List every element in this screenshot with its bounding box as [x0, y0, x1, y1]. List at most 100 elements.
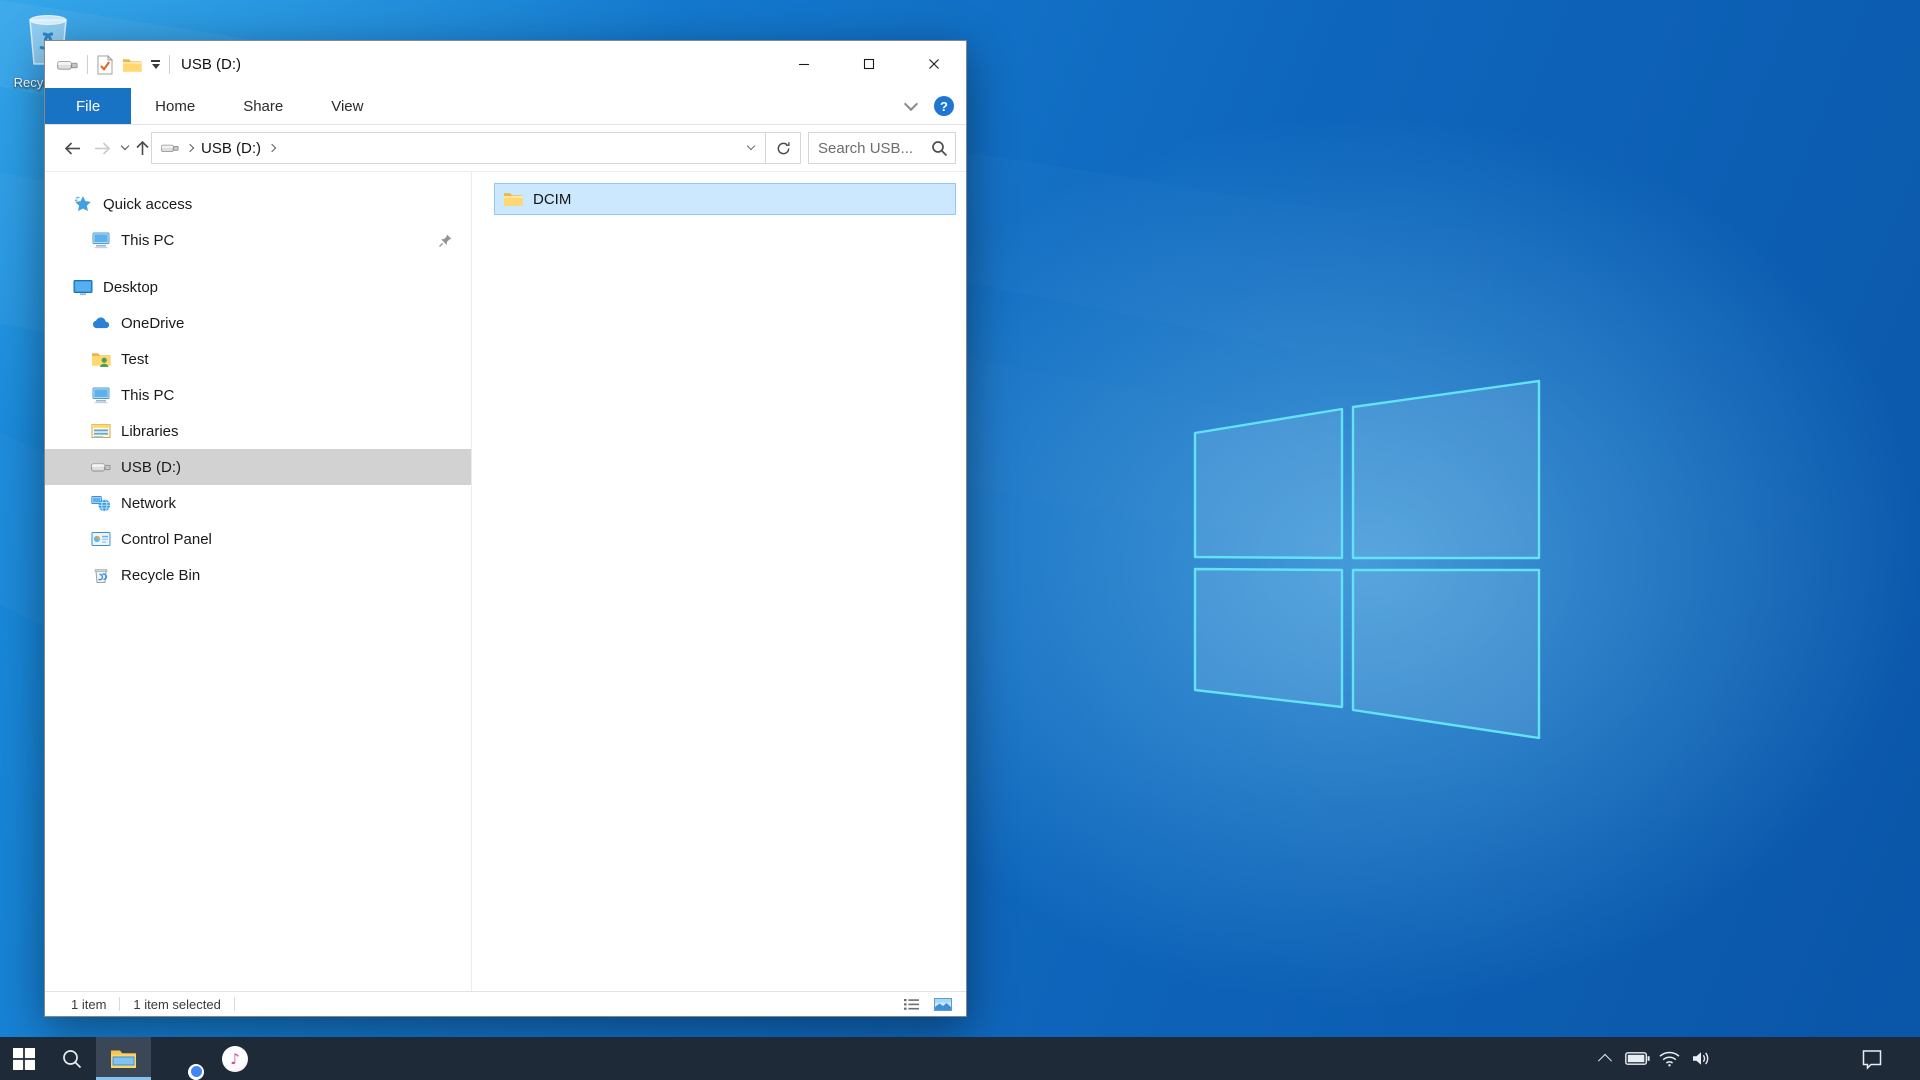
- selection-count: 1 item selected: [133, 997, 220, 1012]
- details-view-button[interactable]: [900, 994, 922, 1014]
- tray-wifi-button[interactable]: [1653, 1037, 1685, 1080]
- usb-drive-icon: [57, 58, 78, 72]
- properties-icon[interactable]: [97, 55, 113, 75]
- thumbnail-view-button[interactable]: [932, 994, 954, 1014]
- tab-file[interactable]: File: [45, 88, 131, 124]
- sidebar-item-label: Recycle Bin: [121, 567, 200, 584]
- search-icon[interactable]: [931, 140, 948, 157]
- libraries-icon: [91, 423, 111, 439]
- sidebar-item-network[interactable]: Network: [45, 485, 471, 521]
- taskbar-itunes-button[interactable]: ♪: [211, 1037, 259, 1080]
- sidebar-item-desktop[interactable]: Desktop: [45, 269, 471, 305]
- system-tray: [1589, 1037, 1717, 1080]
- recycle-bin-icon: [91, 566, 111, 584]
- file-name: DCIM: [533, 191, 571, 208]
- onedrive-cloud-icon: [91, 316, 111, 330]
- sidebar-item-label: Network: [121, 495, 176, 512]
- status-separator: [119, 997, 120, 1011]
- folder-icon: [503, 191, 523, 207]
- recent-locations-chevron-icon[interactable]: [117, 147, 133, 149]
- sidebar-item-label: This PC: [121, 387, 174, 404]
- sidebar-section-gap: [45, 258, 471, 269]
- sidebar-item-quick-access[interactable]: Quick access: [45, 186, 471, 222]
- breadcrumb-chevron-icon[interactable]: [268, 144, 276, 152]
- desktop-icon: [73, 279, 93, 296]
- window-title: USB (D:): [181, 56, 241, 73]
- volume-icon: [1691, 1050, 1712, 1067]
- chevron-up-icon: [1600, 1050, 1610, 1068]
- battery-icon: [1625, 1052, 1650, 1065]
- ribbon-tab-bar: FileHomeShareView ?: [45, 88, 966, 125]
- search-box[interactable]: [808, 132, 956, 164]
- file-explorer-window: USB (D:) FileHomeShareView ?: [44, 40, 967, 1017]
- sidebar-item-test[interactable]: Test: [45, 341, 471, 377]
- sidebar-item-this-pc-pinned[interactable]: This PC: [45, 222, 471, 258]
- new-folder-icon[interactable]: [122, 57, 142, 73]
- maximize-button[interactable]: [836, 41, 901, 87]
- sidebar-item-this-pc[interactable]: This PC: [45, 377, 471, 413]
- address-bar[interactable]: USB (D:): [151, 132, 801, 164]
- up-button[interactable]: [133, 140, 151, 156]
- expand-ribbon-chevron-icon[interactable]: [904, 97, 918, 111]
- sidebar-item-label: Control Panel: [121, 531, 212, 548]
- titlebar-separator: [169, 55, 170, 74]
- control-panel-icon: [91, 531, 111, 547]
- usb-drive-icon: [91, 460, 111, 474]
- tray-battery-button[interactable]: [1621, 1037, 1653, 1080]
- monitor-icon: [91, 387, 111, 404]
- sidebar-item-libraries[interactable]: Libraries: [45, 413, 471, 449]
- windows-logo-icon: [13, 1048, 35, 1070]
- monitor-icon: [91, 232, 111, 249]
- sidebar-item-label: This PC: [121, 232, 174, 249]
- title-bar[interactable]: USB (D:): [45, 41, 966, 88]
- sidebar-item-label: USB (D:): [121, 459, 181, 476]
- sidebar-item-usb-d[interactable]: USB (D:): [45, 449, 471, 485]
- breadcrumb[interactable]: USB (D:): [152, 140, 737, 157]
- wifi-icon: [1658, 1050, 1681, 1067]
- breadcrumb-segment[interactable]: USB (D:): [201, 140, 261, 157]
- pin-icon: [435, 233, 455, 248]
- sidebar-item-label: Test: [121, 351, 149, 368]
- network-icon: [91, 495, 111, 512]
- tray-volume-button[interactable]: [1685, 1037, 1717, 1080]
- help-button[interactable]: ?: [934, 96, 954, 116]
- customize-quick-access-toolbar-icon[interactable]: [151, 60, 160, 69]
- back-button[interactable]: [57, 141, 87, 156]
- quick-access-star-icon: [73, 195, 93, 213]
- taskbar-search-button[interactable]: [48, 1037, 96, 1080]
- address-history-chevron-icon[interactable]: [737, 133, 765, 163]
- search-icon: [61, 1048, 83, 1070]
- refresh-button[interactable]: [766, 133, 800, 163]
- status-separator: [234, 997, 235, 1011]
- status-bar: 1 item 1 item selected: [45, 991, 966, 1016]
- navigation-toolbar: USB (D:): [45, 125, 966, 172]
- close-button[interactable]: [901, 41, 966, 87]
- tray-tray-expand-button[interactable]: [1589, 1037, 1621, 1080]
- taskbar-chrome-button[interactable]: [159, 1037, 207, 1080]
- minimize-button[interactable]: [771, 41, 836, 87]
- action-center-button[interactable]: [1850, 1037, 1894, 1080]
- titlebar-separator: [87, 55, 88, 74]
- sidebar-item-label: OneDrive: [121, 315, 184, 332]
- file-row[interactable]: DCIM: [494, 183, 956, 215]
- tab-share[interactable]: Share: [219, 88, 307, 124]
- sidebar-item-recycle-bin[interactable]: Recycle Bin: [45, 557, 471, 593]
- sidebar-item-control-panel[interactable]: Control Panel: [45, 521, 471, 557]
- tab-view[interactable]: View: [307, 88, 387, 124]
- sidebar-item-label: Desktop: [103, 279, 158, 296]
- forward-button[interactable]: [87, 141, 117, 156]
- itunes-icon: ♪: [222, 1046, 248, 1072]
- item-count: 1 item: [71, 997, 106, 1012]
- sidebar-item-label: Libraries: [121, 423, 179, 440]
- file-explorer-icon: [110, 1048, 137, 1070]
- sidebar-item-onedrive[interactable]: OneDrive: [45, 305, 471, 341]
- taskbar-file-explorer-button[interactable]: [96, 1037, 151, 1080]
- breadcrumb-chevron-icon[interactable]: [186, 144, 194, 152]
- windows-wallpaper-logo: [1192, 378, 1542, 740]
- sidebar-item-label: Quick access: [103, 196, 192, 213]
- tab-home[interactable]: Home: [131, 88, 219, 124]
- taskbar-start-button[interactable]: [0, 1037, 48, 1080]
- usb-drive-icon: [161, 142, 179, 154]
- navigation-pane: Quick access This PC Desktop OneDrive Test Th…: [45, 172, 472, 991]
- file-list: DCIM: [472, 172, 968, 991]
